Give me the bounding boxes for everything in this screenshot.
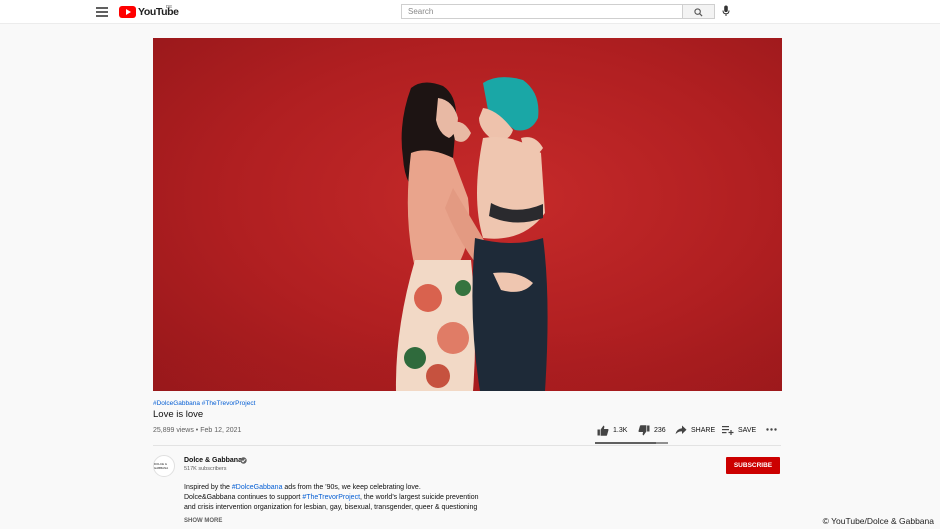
thumbs-down-icon (638, 425, 650, 436)
search-input[interactable]: Search (401, 4, 683, 19)
description-line-1: Inspired by the #DolceGabbana ads from t… (184, 484, 421, 491)
hashtag-link[interactable]: #DolceGabbana (232, 484, 283, 491)
more-horizontal-icon (766, 428, 777, 431)
description-text: Inspired by the (184, 484, 232, 491)
youtube-logo[interactable]: YouTube DE (119, 4, 179, 19)
search-icon (694, 7, 703, 17)
video-player[interactable] (153, 38, 782, 391)
subscribe-button[interactable]: SUBSCRIBE (726, 457, 780, 474)
hamburger-menu-icon[interactable] (96, 7, 108, 17)
description-text: ads from the '90s, we keep celebrating l… (282, 484, 421, 491)
like-count: 1.3K (613, 427, 628, 434)
like-ratio-fill (595, 442, 657, 444)
image-credit: © YouTube/Dolce & Gabbana (822, 516, 934, 526)
description-line-2: Dolce&Gabbana continues to support #TheT… (184, 494, 478, 501)
description-text: Dolce&Gabbana continues to support (184, 494, 303, 501)
divider (153, 445, 781, 446)
logo-text: YouTube (138, 6, 179, 18)
video-hashtags[interactable]: #DolceGabbana #TheTrevorProject (153, 400, 255, 407)
search-placeholder: Search (408, 7, 434, 16)
hashtag-link[interactable]: #TheTrevorProject (302, 494, 360, 501)
channel-name[interactable]: Dolce & Gabbana (184, 457, 242, 464)
description-line-3: and crisis intervention organization for… (184, 504, 478, 511)
share-icon (675, 425, 687, 435)
like-button[interactable]: 1.3K (597, 425, 627, 436)
dislike-button[interactable]: 236 (638, 425, 666, 436)
dislike-count: 236 (654, 427, 666, 434)
search-button[interactable] (683, 4, 715, 19)
channel-avatar[interactable]: DOLCE & GABBANA (153, 455, 175, 477)
youtube-play-icon (119, 6, 136, 18)
verified-badge-icon (240, 457, 247, 464)
show-more-button[interactable]: SHOW MORE (184, 518, 222, 524)
share-label: SHARE (691, 426, 716, 434)
save-label: SAVE (738, 426, 757, 434)
logo-country-code: DE (166, 4, 173, 9)
video-title: Love is love (153, 409, 204, 420)
like-dislike-ratio-bar (595, 442, 668, 444)
microphone-icon[interactable] (722, 5, 730, 17)
description-text: , the world's largest suicide prevention (360, 494, 479, 501)
save-button[interactable]: SAVE (722, 425, 756, 435)
more-actions-button[interactable] (766, 424, 781, 435)
add-to-playlist-icon (722, 426, 734, 435)
subscriber-count: 517K subscribers (184, 466, 227, 472)
view-count-date: 25,899 views • Feb 12, 2021 (153, 427, 242, 434)
video-frame-image (153, 77, 782, 391)
share-button[interactable]: SHARE (675, 425, 715, 435)
thumbs-up-icon (597, 425, 609, 436)
avatar-text: DOLCE & GABBANA (154, 462, 169, 470)
top-bar: YouTube DE Search (0, 0, 940, 24)
